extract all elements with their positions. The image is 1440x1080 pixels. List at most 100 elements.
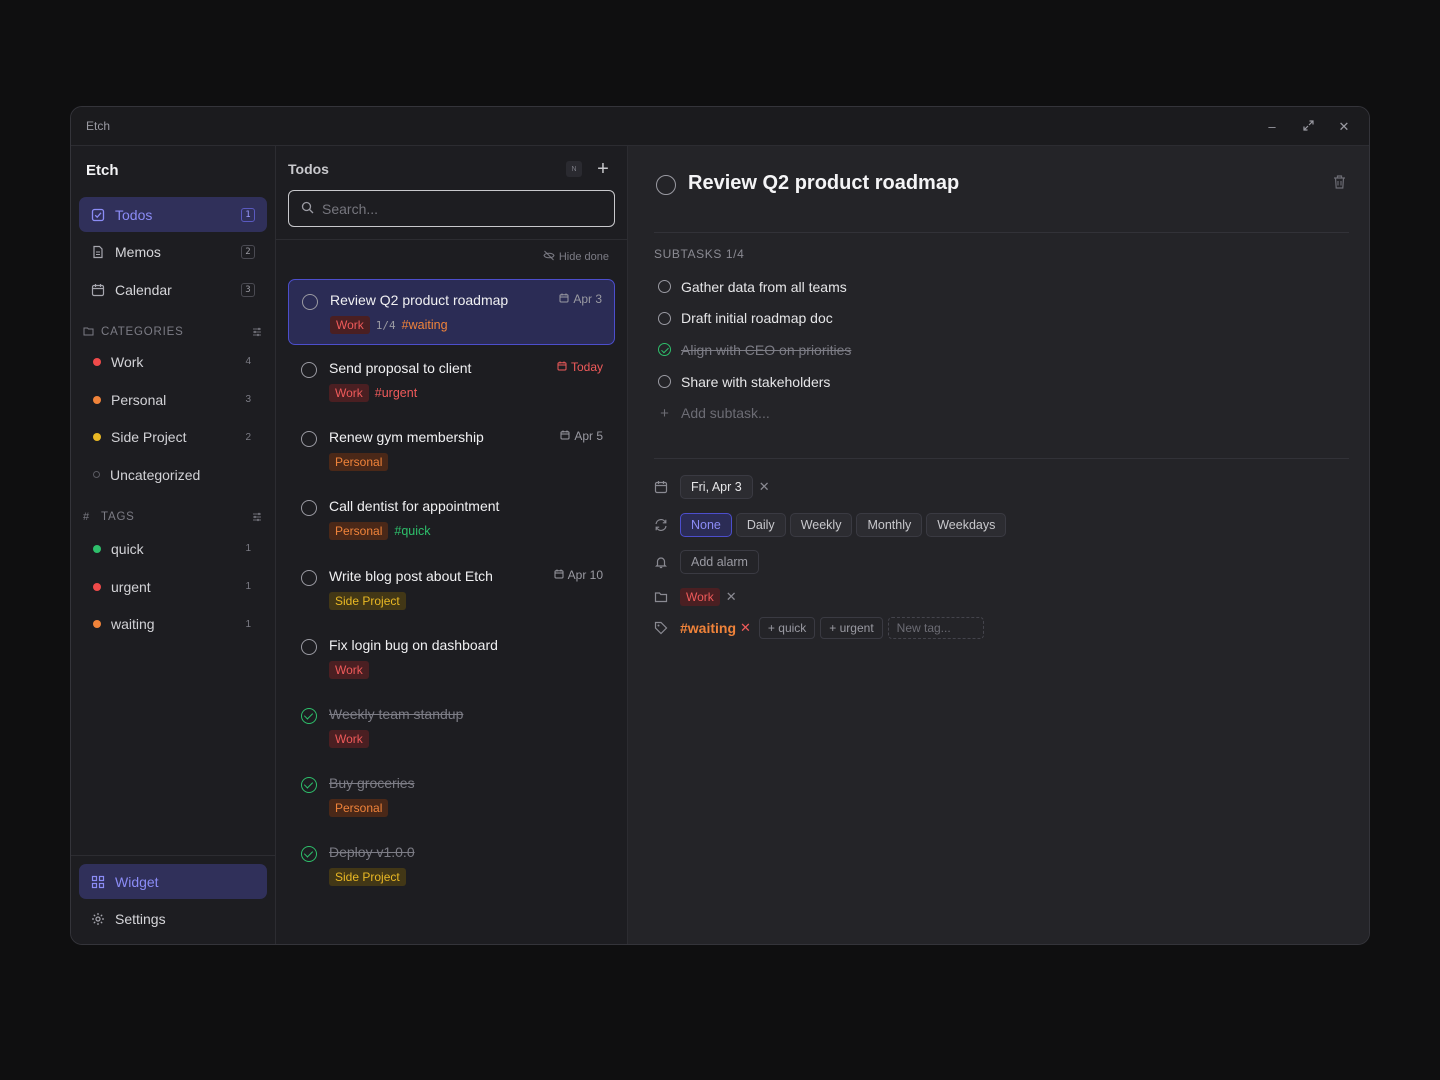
- subtask-checkbox[interactable]: [658, 343, 671, 357]
- subtask-item[interactable]: Share with stakeholders: [658, 366, 1158, 398]
- subtask-item[interactable]: Draft initial roadmap doc: [658, 303, 1158, 335]
- tag-item-urgent[interactable]: urgent 1: [83, 568, 263, 606]
- category-item-work[interactable]: Work 4: [83, 343, 263, 381]
- todo-checkbox[interactable]: [301, 500, 317, 517]
- category-pill[interactable]: Work: [680, 588, 720, 606]
- todo-checkbox[interactable]: [301, 362, 317, 378]
- add-subtask-input[interactable]: + Add subtask...: [658, 397, 1158, 429]
- todo-checkbox[interactable]: [301, 431, 317, 448]
- category-item-uncategorized[interactable]: Uncategorized: [83, 456, 263, 494]
- todo-item[interactable]: Review Q2 product roadmap Apr 3 Work 1/4…: [288, 279, 615, 345]
- gear-icon: [91, 912, 105, 926]
- title-bar: Etch – ✕: [71, 107, 1369, 146]
- bell-icon: [654, 555, 668, 569]
- tag-list: quick 1 urgent 1 waiting 1: [83, 530, 263, 643]
- new-tag-input[interactable]: New tag...: [887, 617, 984, 639]
- count-badge: 3: [241, 282, 255, 297]
- suggest-tag-quick[interactable]: + quick: [758, 617, 816, 639]
- maximize-icon[interactable]: [1301, 119, 1315, 134]
- sort-icon[interactable]: [251, 326, 263, 338]
- subtask-item[interactable]: Align with CEO on priorities: [658, 334, 1158, 366]
- todo-title: Fix login bug on dashboard: [329, 636, 498, 653]
- category-item-side-project[interactable]: Side Project 2: [83, 418, 263, 456]
- repeat-option-weekly[interactable]: Weekly: [789, 513, 853, 537]
- detail-checkbox[interactable]: [656, 175, 676, 195]
- divider: [276, 239, 627, 240]
- subtask-count: 1/4: [375, 318, 396, 332]
- hide-done-toggle[interactable]: Hide done: [543, 250, 609, 264]
- calendar-icon: [91, 283, 105, 297]
- subtask-checkbox[interactable]: [658, 280, 671, 294]
- due-date: Apr 3: [559, 292, 602, 306]
- tag-item-quick[interactable]: quick 1: [83, 530, 263, 568]
- subtask-item[interactable]: Gather data from all teams: [658, 271, 1158, 303]
- sidebar-nav: Todos 1 Memos 2 Calendar 3: [79, 197, 267, 310]
- detail-title[interactable]: Review Q2 product roadmap: [688, 172, 959, 195]
- todo-item[interactable]: Call dentist for appointment Personal #q…: [288, 486, 615, 555]
- todo-item[interactable]: Weekly team standup Work: [288, 694, 615, 763]
- trash-icon[interactable]: [1332, 174, 1347, 190]
- subtask-checkbox[interactable]: [658, 311, 671, 325]
- date-picker[interactable]: Fri, Apr 3: [680, 475, 753, 499]
- category-pill: Personal: [329, 799, 389, 818]
- repeat-option-none[interactable]: None: [680, 513, 732, 537]
- todo-checkbox[interactable]: [302, 294, 318, 310]
- category-row: Work ✕: [654, 584, 737, 610]
- shortcut-hint: N: [566, 161, 582, 177]
- category-item-personal[interactable]: Personal 3: [83, 381, 263, 419]
- sidebar-item-todos[interactable]: Todos 1: [79, 197, 267, 232]
- todo-title: Send proposal to client: [329, 360, 472, 376]
- divider: [71, 855, 275, 856]
- todo-detail-pane: Review Q2 product roadmap SUBTASKS 1/4 G…: [628, 146, 1369, 944]
- color-dot: [93, 544, 101, 553]
- tag-item-waiting[interactable]: waiting 1: [83, 605, 263, 643]
- repeat-option-weekdays[interactable]: Weekdays: [926, 513, 1007, 537]
- clear-date-icon[interactable]: ✕: [759, 479, 770, 495]
- todo-item[interactable]: Buy groceries Personal: [288, 763, 615, 832]
- calendar-icon: [554, 568, 564, 582]
- todo-item[interactable]: Deploy v1.0.0 Side Project: [288, 832, 615, 901]
- repeat-option-monthly[interactable]: Monthly: [856, 513, 923, 537]
- todo-checkbox[interactable]: [301, 638, 317, 655]
- category-list: Work 4 Personal 3 Side Project 2 Uncateg…: [83, 343, 263, 494]
- add-todo-button[interactable]: +: [594, 158, 612, 181]
- todo-checkbox[interactable]: [301, 569, 317, 586]
- minimize-icon[interactable]: –: [1265, 119, 1279, 134]
- tags-header: # TAGS: [83, 508, 263, 526]
- divider: [654, 458, 1349, 459]
- add-alarm-button[interactable]: Add alarm: [680, 550, 759, 574]
- remove-category-icon[interactable]: ✕: [726, 589, 737, 605]
- todo-item[interactable]: Write blog post about Etch Apr 10 Side P…: [288, 556, 615, 625]
- todo-item[interactable]: Send proposal to client Today Work #urge…: [288, 348, 615, 417]
- search-icon: [301, 201, 314, 217]
- app-window: Etch – ✕ Etch Todos 1 Memos 2 Calendar 3…: [70, 106, 1370, 945]
- divider: [654, 232, 1349, 233]
- remove-tag-icon[interactable]: ✕: [740, 620, 751, 636]
- plus-icon: +: [660, 404, 669, 422]
- count-badge: 1: [241, 207, 255, 222]
- todo-item[interactable]: Renew gym membership Apr 5 Personal: [288, 417, 615, 486]
- todo-item[interactable]: Fix login bug on dashboard Work: [288, 625, 615, 694]
- todo-title: Review Q2 product roadmap: [330, 292, 509, 308]
- tags-row: #waiting ✕ + quick + urgent New tag...: [654, 615, 984, 641]
- close-icon[interactable]: ✕: [1337, 119, 1351, 135]
- todo-checkbox[interactable]: [301, 846, 317, 863]
- sidebar-item-memos[interactable]: Memos 2: [79, 235, 267, 270]
- suggest-tag-urgent[interactable]: + urgent: [820, 617, 883, 639]
- repeat-option-daily[interactable]: Daily: [735, 513, 786, 537]
- todo-checkbox[interactable]: [301, 777, 317, 794]
- repeat-row: None Daily Weekly Monthly Weekdays: [654, 512, 1010, 538]
- category-pill: Side Project: [329, 591, 406, 610]
- subtask-checkbox[interactable]: [658, 375, 671, 389]
- todo-title: Renew gym membership: [329, 429, 484, 446]
- repeat-icon: [654, 518, 668, 532]
- todo-checkbox[interactable]: [301, 707, 317, 724]
- settings-button[interactable]: Settings: [79, 902, 267, 937]
- sort-icon[interactable]: [251, 511, 263, 523]
- subtask-list: Gather data from all teams Draft initial…: [658, 271, 1158, 429]
- subtasks-header: SUBTASKS 1/4: [654, 247, 745, 261]
- category-pill: Work: [329, 660, 369, 679]
- widget-button[interactable]: Widget: [79, 864, 267, 899]
- search-input[interactable]: [322, 200, 602, 217]
- sidebar-item-calendar[interactable]: Calendar 3: [79, 272, 267, 307]
